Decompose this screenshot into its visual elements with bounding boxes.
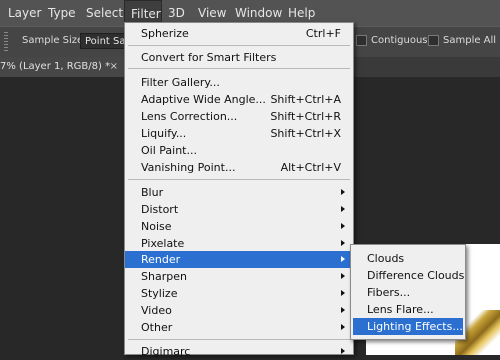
menu-item-blur[interactable]: Blur — [125, 184, 353, 201]
menu-item-shortcut: Alt+Ctrl+V — [280, 161, 341, 174]
submenu-item-clouds[interactable]: Clouds — [351, 250, 465, 267]
menu-item-lens-correction[interactable]: Lens Correction... Shift+Ctrl+R — [125, 108, 353, 125]
sample-all-layers-label: Sample All Laye — [443, 35, 500, 46]
menu-item-label: Liquify... — [141, 127, 187, 140]
menu-item-label: Digimarc — [141, 345, 191, 358]
submenu-arrow-icon — [341, 240, 345, 246]
menu-item-adaptive-wide-angle[interactable]: Adaptive Wide Angle... Shift+Ctrl+A — [125, 91, 353, 108]
menu-item-label: Convert for Smart Filters — [141, 51, 277, 64]
menu-item-label: Other — [141, 321, 173, 334]
submenu-arrow-icon — [341, 290, 345, 296]
filter-menu: Spherize Ctrl+F Convert for Smart Filter… — [124, 22, 354, 358]
menu-item-noise[interactable]: Noise — [125, 218, 353, 235]
document-tab[interactable]: 7% (Layer 1, RGB/8) * × — [0, 57, 124, 77]
menu-item-stylize[interactable]: Stylize — [125, 285, 353, 302]
submenu-arrow-icon — [341, 324, 345, 330]
menu-item-label: Render — [141, 253, 181, 266]
menu-item-shortcut: Ctrl+F — [305, 27, 341, 40]
menu-type[interactable]: Type — [42, 0, 82, 26]
submenu-item-lighting-effects[interactable]: Lighting Effects... — [353, 318, 463, 335]
menu-item-distort[interactable]: Distort — [125, 201, 353, 218]
menu-layer[interactable]: Layer — [2, 0, 47, 26]
menu-item-label: Stylize — [141, 287, 178, 300]
menu-item-oil-paint[interactable]: Oil Paint... — [125, 142, 353, 159]
sample-all-layers-checkbox[interactable] — [428, 35, 439, 46]
menu-item-label: Sharpen — [141, 270, 187, 283]
menu-item-liquify[interactable]: Liquify... Shift+Ctrl+X — [125, 125, 353, 142]
submenu-arrow-icon — [341, 256, 345, 262]
menu-item-label: Video — [141, 304, 172, 317]
menu-divider — [128, 179, 350, 180]
submenu-item-label: Lighting Effects... — [367, 320, 463, 333]
menu-item-label: Distort — [141, 203, 179, 216]
menu-item-label: Spherize — [141, 27, 189, 40]
submenu-item-label: Difference Clouds — [367, 269, 465, 282]
menu-item-pixelate[interactable]: Pixelate — [125, 235, 353, 252]
contiguous-label: Contiguous — [371, 35, 428, 46]
menu-item-label: Pixelate — [141, 237, 185, 250]
menu-item-render[interactable]: Render — [125, 251, 353, 268]
submenu-arrow-icon — [341, 223, 345, 229]
submenu-item-label: Lens Flare... — [367, 303, 434, 316]
submenu-item-lens-flare[interactable]: Lens Flare... — [351, 301, 465, 318]
menu-item-filter-gallery[interactable]: Filter Gallery... — [125, 74, 353, 91]
contiguous-checkbox[interactable] — [356, 35, 367, 46]
submenu-item-difference-clouds[interactable]: Difference Clouds — [351, 267, 465, 284]
menu-divider — [128, 45, 350, 46]
menu-item-shortcut: Shift+Ctrl+X — [270, 127, 341, 140]
menu-divider — [128, 68, 350, 69]
menu-item-convert-smart-filters[interactable]: Convert for Smart Filters — [125, 49, 353, 66]
menu-item-vanishing-point[interactable]: Vanishing Point... Alt+Ctrl+V — [125, 159, 353, 176]
render-submenu: Clouds Difference Clouds Fibers... Lens … — [350, 244, 466, 340]
menu-item-label: Vanishing Point... — [141, 161, 236, 174]
menu-select[interactable]: Select — [80, 0, 129, 26]
menu-item-label: Blur — [141, 186, 164, 199]
menu-item-label: Lens Correction... — [141, 110, 238, 123]
submenu-item-label: Clouds — [367, 252, 405, 265]
menu-item-label: Oil Paint... — [141, 144, 197, 157]
sample-size-select[interactable]: Point Sam — [80, 33, 126, 49]
menu-item-digimarc[interactable]: Digimarc — [125, 343, 353, 360]
document-tab-title: 7% (Layer 1, RGB/8) * — [0, 61, 111, 72]
menu-item-video[interactable]: Video — [125, 302, 353, 319]
menu-divider — [128, 339, 350, 340]
submenu-item-fibers[interactable]: Fibers... — [351, 284, 465, 301]
options-grip-icon[interactable] — [4, 32, 8, 52]
menu-item-label: Filter Gallery... — [141, 76, 220, 89]
menu-item-other[interactable]: Other — [125, 319, 353, 336]
menu-item-sharpen[interactable]: Sharpen — [125, 268, 353, 285]
submenu-arrow-icon — [341, 348, 345, 354]
submenu-arrow-icon — [341, 273, 345, 279]
menu-item-spherize[interactable]: Spherize Ctrl+F — [125, 25, 353, 42]
submenu-arrow-icon — [341, 307, 345, 313]
submenu-item-label: Fibers... — [367, 286, 411, 299]
menu-item-label: Adaptive Wide Angle... — [141, 93, 266, 106]
menu-item-shortcut: Shift+Ctrl+A — [270, 93, 341, 106]
sample-size-label: Sample Size: — [22, 35, 87, 46]
submenu-arrow-icon — [341, 189, 345, 195]
close-icon[interactable]: × — [110, 57, 118, 77]
menu-item-label: Noise — [141, 220, 172, 233]
submenu-arrow-icon — [341, 206, 345, 212]
menu-item-shortcut: Shift+Ctrl+R — [270, 110, 341, 123]
